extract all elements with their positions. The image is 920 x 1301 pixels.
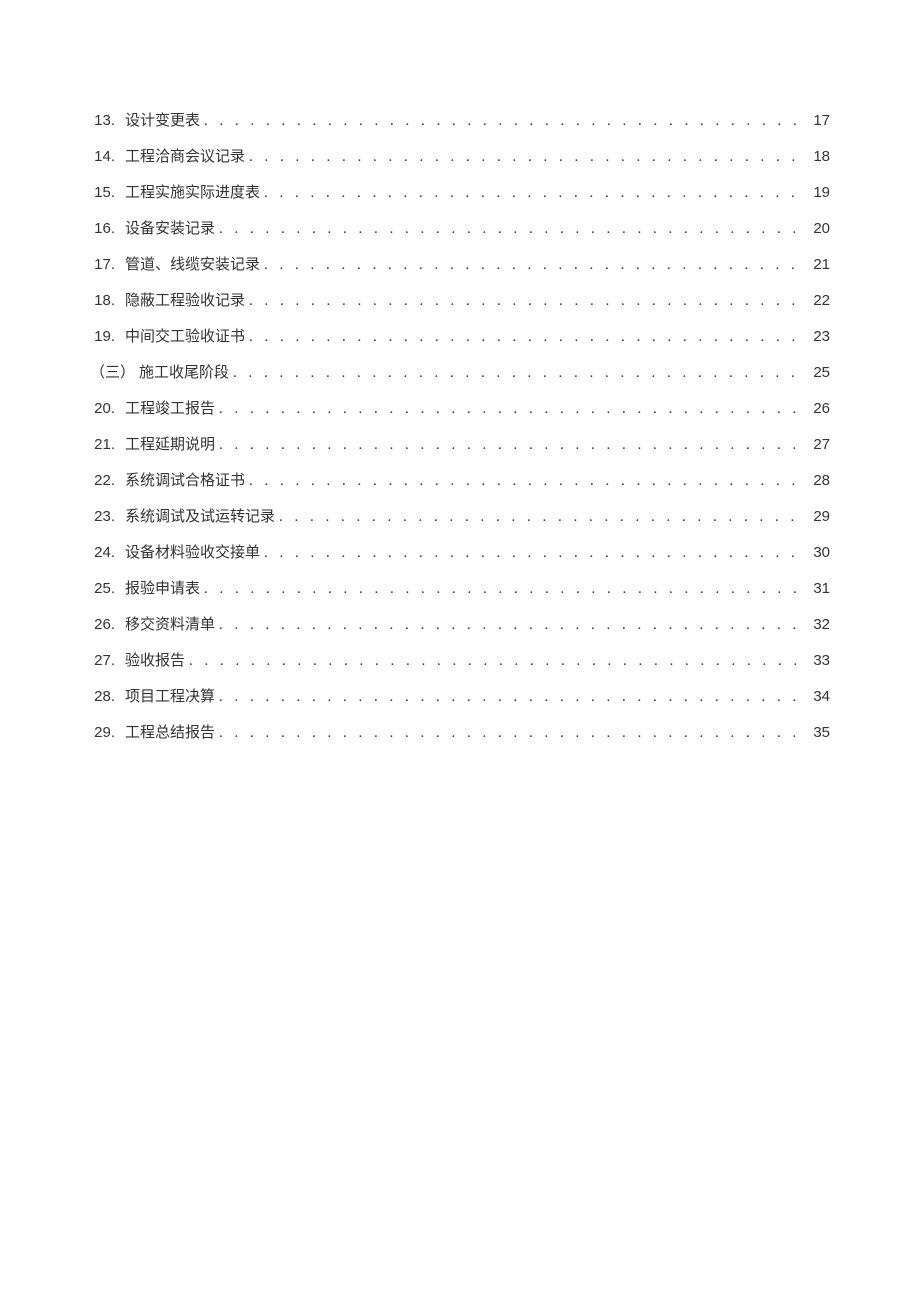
toc-dots: . . . . . . . . . . . . . . . . . . . . … [219, 687, 806, 708]
toc-page-number: 25 [810, 362, 830, 383]
toc-number: 21. [90, 434, 125, 455]
toc-page-number: 30 [810, 542, 830, 563]
toc-dots: . . . . . . . . . . . . . . . . . . . . … [219, 615, 806, 636]
toc-page-number: 27 [810, 434, 830, 455]
toc-number: 22. [90, 470, 125, 491]
toc-entry: 19.中间交工验收证书. . . . . . . . . . . . . . .… [90, 326, 830, 348]
toc-entry: 20.工程竣工报告. . . . . . . . . . . . . . . .… [90, 398, 830, 420]
toc-entry: 23.系统调试及试运转记录. . . . . . . . . . . . . .… [90, 506, 830, 528]
toc-entry: （三）施工收尾阶段. . . . . . . . . . . . . . . .… [90, 362, 830, 384]
toc-title: 中间交工验收证书 [125, 327, 245, 348]
toc-title: 工程竣工报告 [125, 399, 215, 420]
toc-title: 移交资料清单 [125, 615, 215, 636]
toc-entry: 29.工程总结报告. . . . . . . . . . . . . . . .… [90, 722, 830, 744]
toc-entry: 17.管道、线缆安装记录. . . . . . . . . . . . . . … [90, 254, 830, 276]
toc-number: 13. [90, 110, 125, 131]
toc-entry: 15.工程实施实际进度表. . . . . . . . . . . . . . … [90, 182, 830, 204]
toc-dots: . . . . . . . . . . . . . . . . . . . . … [279, 507, 806, 528]
toc-number: 25. [90, 578, 125, 599]
toc-title: 管道、线缆安装记录 [125, 255, 260, 276]
toc-page-number: 32 [810, 614, 830, 635]
toc-number: 19. [90, 326, 125, 347]
toc-entry: 18.隐蔽工程验收记录. . . . . . . . . . . . . . .… [90, 290, 830, 312]
toc-number: 29. [90, 722, 125, 743]
toc-dots: . . . . . . . . . . . . . . . . . . . . … [249, 471, 806, 492]
toc-page-number: 18 [810, 146, 830, 167]
toc-dots: . . . . . . . . . . . . . . . . . . . . … [249, 327, 806, 348]
toc-number: （三） [90, 363, 139, 384]
toc-title: 设计变更表 [125, 111, 200, 132]
toc-number: 17. [90, 254, 125, 275]
toc-entry: 22.系统调试合格证书. . . . . . . . . . . . . . .… [90, 470, 830, 492]
toc-dots: . . . . . . . . . . . . . . . . . . . . … [264, 183, 806, 204]
toc-entry: 24.设备材料验收交接单. . . . . . . . . . . . . . … [90, 542, 830, 564]
toc-number: 28. [90, 686, 125, 707]
toc-dots: . . . . . . . . . . . . . . . . . . . . … [189, 651, 806, 672]
toc-title: 隐蔽工程验收记录 [125, 291, 245, 312]
toc-number: 16. [90, 218, 125, 239]
toc-title: 系统调试及试运转记录 [125, 507, 275, 528]
toc-number: 23. [90, 506, 125, 527]
toc-entry: 13.设计变更表. . . . . . . . . . . . . . . . … [90, 110, 830, 132]
toc-page-number: 31 [810, 578, 830, 599]
toc-number: 18. [90, 290, 125, 311]
toc-title: 工程延期说明 [125, 435, 215, 456]
toc-number: 14. [90, 146, 125, 167]
toc-entry: 16.设备安装记录. . . . . . . . . . . . . . . .… [90, 218, 830, 240]
toc-entry: 21.工程延期说明. . . . . . . . . . . . . . . .… [90, 434, 830, 456]
toc-dots: . . . . . . . . . . . . . . . . . . . . … [204, 579, 806, 600]
toc-page-number: 29 [810, 506, 830, 527]
toc-dots: . . . . . . . . . . . . . . . . . . . . … [219, 399, 806, 420]
toc-page-number: 28 [810, 470, 830, 491]
toc-dots: . . . . . . . . . . . . . . . . . . . . … [219, 219, 806, 240]
toc-page-number: 35 [810, 722, 830, 743]
table-of-contents: 13.设计变更表. . . . . . . . . . . . . . . . … [90, 110, 830, 744]
toc-page-number: 20 [810, 218, 830, 239]
toc-dots: . . . . . . . . . . . . . . . . . . . . … [249, 147, 806, 168]
toc-number: 15. [90, 182, 125, 203]
toc-dots: . . . . . . . . . . . . . . . . . . . . … [233, 363, 806, 384]
toc-title: 工程总结报告 [125, 723, 215, 744]
toc-title: 验收报告 [125, 651, 185, 672]
toc-page-number: 26 [810, 398, 830, 419]
toc-title: 系统调试合格证书 [125, 471, 245, 492]
toc-page-number: 19 [810, 182, 830, 203]
toc-page-number: 22 [810, 290, 830, 311]
toc-title: 设备安装记录 [125, 219, 215, 240]
toc-number: 26. [90, 614, 125, 635]
toc-title: 报验申请表 [125, 579, 200, 600]
toc-dots: . . . . . . . . . . . . . . . . . . . . … [264, 543, 806, 564]
toc-dots: . . . . . . . . . . . . . . . . . . . . … [219, 435, 806, 456]
toc-title: 项目工程决算 [125, 687, 215, 708]
toc-number: 24. [90, 542, 125, 563]
toc-entry: 26.移交资料清单. . . . . . . . . . . . . . . .… [90, 614, 830, 636]
toc-page-number: 34 [810, 686, 830, 707]
toc-number: 27. [90, 650, 125, 671]
toc-page-number: 21 [810, 254, 830, 275]
toc-dots: . . . . . . . . . . . . . . . . . . . . … [219, 723, 806, 744]
toc-title: 工程实施实际进度表 [125, 183, 260, 204]
toc-title: 工程洽商会议记录 [125, 147, 245, 168]
toc-dots: . . . . . . . . . . . . . . . . . . . . … [204, 111, 806, 132]
toc-page-number: 17 [810, 110, 830, 131]
toc-dots: . . . . . . . . . . . . . . . . . . . . … [264, 255, 806, 276]
toc-page-number: 23 [810, 326, 830, 347]
toc-page-number: 33 [810, 650, 830, 671]
toc-number: 20. [90, 398, 125, 419]
toc-title: 施工收尾阶段 [139, 363, 229, 384]
toc-entry: 25.报验申请表. . . . . . . . . . . . . . . . … [90, 578, 830, 600]
toc-dots: . . . . . . . . . . . . . . . . . . . . … [249, 291, 806, 312]
toc-entry: 27.验收报告. . . . . . . . . . . . . . . . .… [90, 650, 830, 672]
toc-entry: 28.项目工程决算. . . . . . . . . . . . . . . .… [90, 686, 830, 708]
toc-entry: 14.工程洽商会议记录. . . . . . . . . . . . . . .… [90, 146, 830, 168]
toc-title: 设备材料验收交接单 [125, 543, 260, 564]
